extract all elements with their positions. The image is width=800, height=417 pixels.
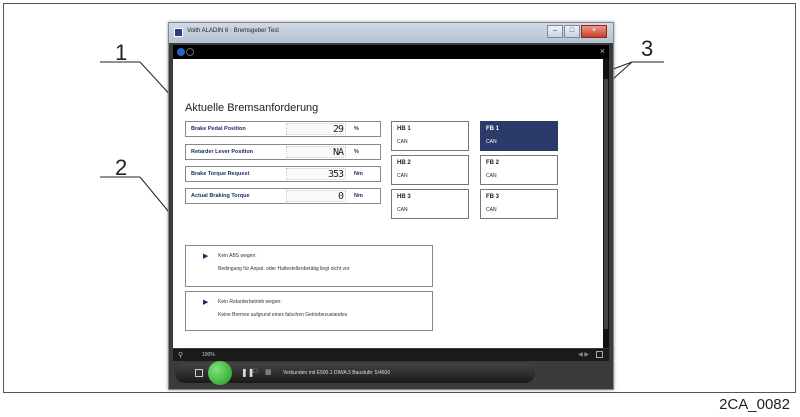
back-icon[interactable]	[186, 48, 194, 56]
close-view-icon[interactable]: ×	[600, 46, 605, 56]
bus-type: CAN	[486, 139, 497, 145]
message-detail: Bedingung für Anpat. oder Haltestellenbe…	[218, 266, 350, 272]
bus-type: CAN	[397, 173, 408, 179]
callout-1: 1	[115, 40, 128, 65]
zoom-level: 100%	[202, 352, 215, 358]
signal-row: Brake Pedal Position 29 %	[185, 121, 381, 137]
control-dock: ❚❚ □ ▦ Verbunden mit E500.1 DIWA.5 Baust…	[175, 361, 535, 385]
message-box: ▶ Kein ABS wegen: Bedingung für Anpat. o…	[185, 245, 433, 287]
window-title: Voith ALADIN 6 · Bremsgeber Test	[187, 28, 279, 34]
bus-type: CAN	[486, 207, 497, 213]
signal-unit: %	[354, 149, 359, 155]
callout-2: 2	[115, 155, 128, 180]
bus-name: HB 3	[397, 194, 411, 200]
signal-label: Brake Pedal Position	[191, 126, 246, 132]
bus-name: HB 2	[397, 160, 411, 166]
application-window: Voith ALADIN 6 · Bremsgeber Test – □ × ×…	[168, 22, 614, 390]
signal-unit: %	[354, 126, 359, 132]
signal-label: Actual Braking Torque	[191, 193, 250, 199]
connection-status: Verbunden mit E500.1 DIWA.5 Baustufe: 5/…	[283, 370, 391, 376]
signal-row: Retarder Lever Position NA %	[185, 144, 381, 160]
signal-row: Brake Torque Request 353 Nm	[185, 166, 381, 182]
bus-tile-hb2[interactable]: HB 2 CAN	[391, 155, 469, 185]
figure-code: 2CA_0082	[719, 396, 790, 413]
bus-tile-hb3[interactable]: HB 3 CAN	[391, 189, 469, 219]
signal-value: NA	[286, 146, 346, 158]
maximize-button[interactable]: □	[564, 25, 580, 38]
title-bar: Voith ALADIN 6 · Bremsgeber Test – □ ×	[169, 23, 613, 43]
signal-unit: Nm	[354, 193, 363, 199]
section-heading: Aktuelle Bremsanforderung	[185, 102, 319, 114]
expand-arrow-icon[interactable]: ▶	[203, 298, 208, 306]
bus-type: CAN	[397, 139, 408, 145]
bus-type: CAN	[486, 173, 497, 179]
signal-value: 0	[286, 190, 346, 202]
bus-tile-fb2[interactable]: FB 2 CAN	[480, 155, 558, 185]
status-bar: ⚲ 100% ◀ ▶	[173, 349, 609, 361]
app-icon	[174, 28, 183, 37]
signal-value: 29	[286, 123, 346, 135]
vertical-scrollbar[interactable]	[603, 59, 609, 348]
signal-label: Brake Torque Request	[191, 171, 250, 177]
signal-unit: Nm	[354, 171, 363, 177]
app-header-bar: ×	[173, 45, 609, 59]
window-controls: – □ ×	[547, 25, 607, 38]
close-button[interactable]: ×	[581, 25, 607, 38]
bus-type: CAN	[397, 207, 408, 213]
bus-tile-fb1[interactable]: FB 1 CAN	[480, 121, 558, 151]
fullscreen-icon[interactable]	[596, 351, 603, 358]
zoom-icon[interactable]: ⚲	[178, 351, 183, 359]
info-icon[interactable]	[177, 48, 185, 56]
bus-name: FB 2	[486, 160, 500, 166]
callout-3: 3	[641, 36, 654, 61]
scrollbar-thumb[interactable]	[604, 79, 608, 329]
expand-arrow-icon[interactable]: ▶	[203, 252, 208, 260]
signal-value: 353	[286, 168, 346, 180]
page-nav-icon[interactable]: ◀ ▶	[578, 351, 589, 358]
message-title: Kein ABS wegen:	[218, 253, 257, 259]
grid-icon[interactable]: ▦	[265, 368, 272, 376]
start-button[interactable]	[208, 361, 232, 385]
window-icon[interactable]: □	[253, 368, 257, 375]
home-icon[interactable]	[195, 369, 203, 377]
signal-row: Actual Braking Torque 0 Nm	[185, 188, 381, 204]
minimize-button[interactable]: –	[547, 25, 563, 38]
bus-name: FB 1	[486, 126, 500, 132]
signal-label: Retarder Lever Position	[191, 149, 254, 155]
bus-tile-fb3[interactable]: FB 3 CAN	[480, 189, 558, 219]
message-box: ▶ Kein Retarderbetrieb wegen: Keine Brem…	[185, 291, 433, 331]
bus-tile-hb1[interactable]: HB 1 CAN	[391, 121, 469, 151]
main-content: Aktuelle Bremsanforderung Brake Pedal Po…	[173, 59, 603, 348]
bus-name: FB 3	[486, 194, 500, 200]
message-title: Kein Retarderbetrieb wegen:	[218, 299, 282, 305]
bus-name: HB 1	[397, 126, 411, 132]
message-detail: Keine Bremse aufgrund eines falschen Get…	[218, 312, 348, 318]
